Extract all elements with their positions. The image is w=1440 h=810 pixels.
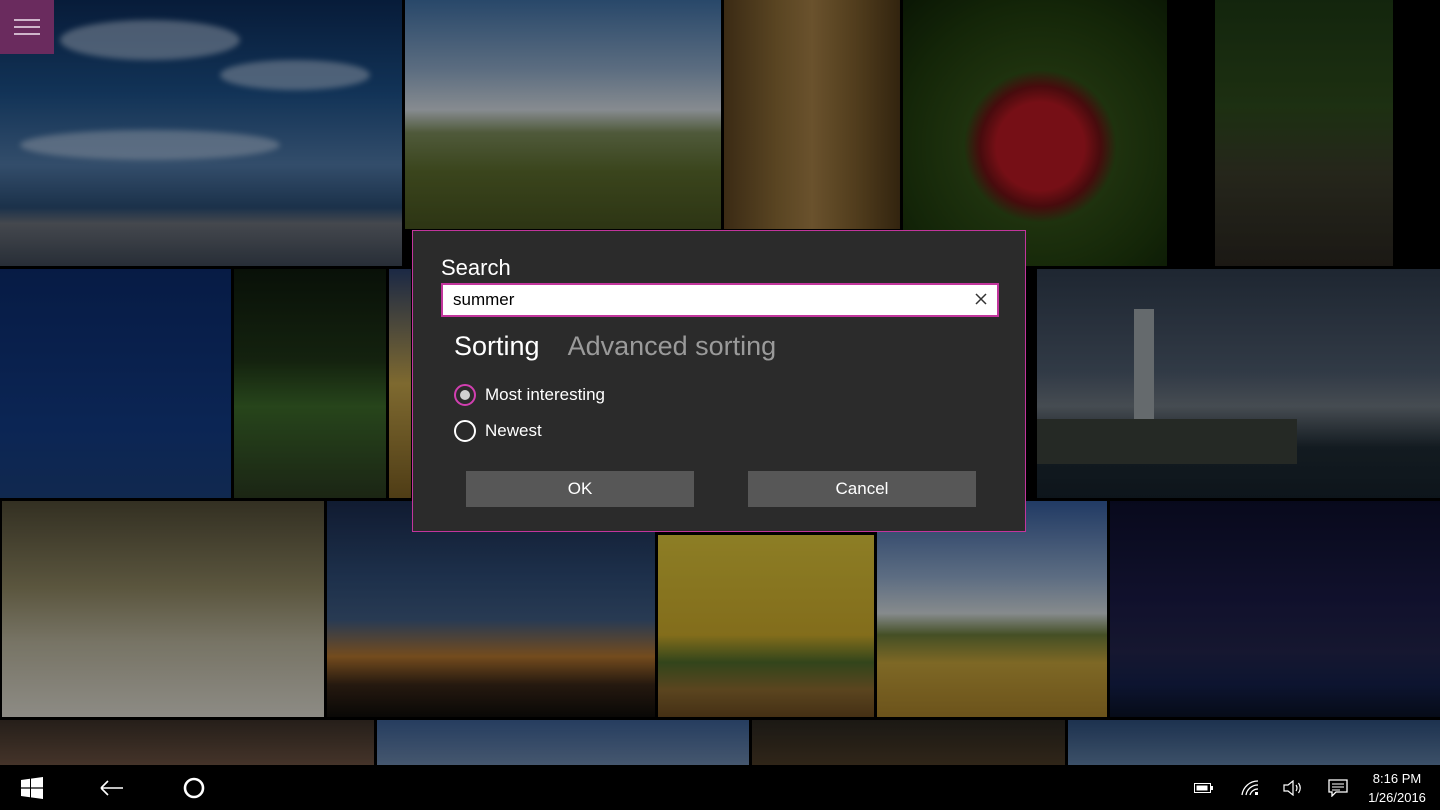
photo-tile-clouds-2[interactable] [377,720,749,765]
option-newest[interactable]: Newest [454,413,605,449]
cancel-button[interactable]: Cancel [748,471,976,507]
ok-button[interactable]: OK [466,471,694,507]
hamburger-menu-button[interactable] [0,0,54,54]
option-most-interesting[interactable]: Most interesting [454,377,605,413]
photo-tile-wheat[interactable] [724,0,900,229]
photo-tile-windblown-hair[interactable] [2,501,324,717]
hamburger-icon [14,14,40,40]
photo-tile-couple[interactable] [0,720,374,765]
back-button[interactable] [92,765,132,810]
windows-icon [21,776,43,799]
dialog-title: Search [441,255,511,280]
tab-sorting[interactable]: Sorting [454,331,540,362]
photo-tile-city-night[interactable] [1110,501,1440,717]
start-button[interactable] [12,765,52,810]
notifications-icon [1328,778,1348,797]
volume-button[interactable] [1275,765,1311,810]
photo-tile-rapeseed-field[interactable] [658,535,874,717]
photo-tile-sunset-clouds[interactable] [327,501,655,717]
photo-tile-beach-sky[interactable] [0,0,402,266]
cortana-button[interactable] [174,765,214,810]
search-field[interactable] [441,283,999,317]
photo-tile-hay-bales[interactable] [877,501,1107,717]
clock[interactable]: 8:16 PM 1/26/2016 [1362,769,1432,807]
photo-tile-blue-sky[interactable] [0,269,231,498]
sorting-tabs: Sorting Advanced sorting [454,331,776,362]
radio-newest[interactable] [454,420,476,442]
photo-tile-sky-3[interactable] [1068,720,1440,765]
wifi-icon [1241,779,1259,795]
back-arrow-icon [100,779,123,796]
photo-tile-country-road[interactable] [405,0,721,229]
close-icon[interactable] [973,291,989,307]
tab-advanced-sorting[interactable]: Advanced sorting [568,331,777,362]
action-center-button[interactable] [1320,765,1356,810]
sort-options: Most interesting Newest [454,377,605,449]
photo-tile-dusk[interactable] [752,720,1065,765]
search-input[interactable] [453,285,953,315]
clock-date: 1/26/2016 [1368,790,1426,805]
battery-button[interactable] [1186,765,1222,810]
photo-tile-lighthouse[interactable] [1037,269,1440,498]
taskbar: 8:16 PM 1/26/2016 [0,765,1440,810]
volume-icon [1283,779,1301,796]
wifi-button[interactable] [1232,765,1268,810]
photo-tile-leaves-portrait[interactable] [234,269,386,498]
search-dialog: Search Sorting Advanced sorting Most int… [412,230,1026,532]
option-label: Newest [485,421,542,440]
option-label: Most interesting [485,385,605,404]
photo-tile-girl-forest[interactable] [1215,0,1393,266]
photo-tile-partial[interactable] [389,269,411,498]
photo-tile-strawberry[interactable] [903,0,1167,266]
battery-icon [1194,782,1213,793]
clock-time: 8:16 PM [1372,771,1422,786]
cortana-circle-icon [183,777,205,798]
radio-most-interesting[interactable] [454,384,476,406]
